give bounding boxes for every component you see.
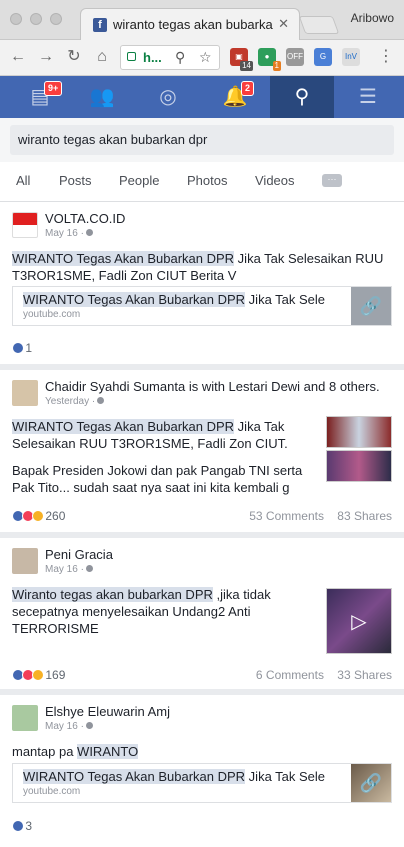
messenger-icon[interactable]: ◎ [138,76,198,118]
filter-posts[interactable]: Posts [59,173,92,188]
forward-icon[interactable]: → [36,47,56,67]
avatar[interactable] [12,705,38,731]
link-icon: 🔗 [351,287,391,325]
facebook-favicon-icon: f [93,18,107,32]
close-window-button[interactable] [10,13,22,25]
filter-videos[interactable]: Videos [255,173,295,188]
bookmark-star-icon[interactable]: ☆ [199,49,212,66]
link-title: WIRANTO Tegas Akan Bubarkan DPR Jika Tak… [23,769,326,784]
filter-all[interactable]: All [16,173,30,188]
browser-toolbar: ← → ↻ ⌂ h... ⚲ ☆ ▣ 14 ● 1 OFF G InV ⋮ [0,40,404,76]
lock-icon [127,52,136,61]
browser-tab[interactable]: f wiranto tegas akan bubarkan dpr - Face… [80,8,300,40]
address-bar[interactable]: h... ⚲ ☆ [120,45,220,70]
invid-icon[interactable]: InV [342,48,360,66]
shares-count[interactable]: 83 Shares [337,509,392,523]
post-author[interactable]: Chaidir Syahdi Sumanta is with Lestari D… [45,379,380,394]
post-text: WIRANTO Tegas Akan Bubarkan DPR Jika Tak… [12,419,288,451]
filter-photos[interactable]: Photos [187,173,227,188]
comments-count[interactable]: 6 Comments [256,668,324,682]
link-domain: youtube.com [23,309,81,320]
sad-icon [32,669,44,681]
globe-icon [85,722,93,729]
reactions[interactable]: 1 [12,341,32,355]
notifications-icon[interactable]: 🔔 2 [205,76,265,118]
shares-count[interactable]: 33 Shares [337,668,392,682]
post-image[interactable] [326,450,392,482]
post-date: Yesterday · [45,396,105,407]
home-icon[interactable]: ⌂ [92,47,112,67]
translate-icon[interactable]: G [314,48,332,66]
post-text: Wiranto tegas akan bubarkan DPR ,jika ti… [12,587,271,636]
extension-icon[interactable]: ● 1 [258,48,281,71]
feed-badge: 9+ [44,81,63,96]
friends-icon[interactable]: 👥 [72,76,132,118]
avatar[interactable] [12,548,38,574]
post-text: mantap pa WIRANTO [12,744,139,759]
link-domain: youtube.com [23,786,81,797]
post: Elshye Eleuwarin Amj May 16 · mantap pa … [0,695,404,847]
globe-icon [97,397,105,404]
post-text: Bapak Presiden Jokowi dan pak Pangab TNI… [12,463,303,495]
reload-icon[interactable]: ↻ [64,47,84,67]
extension-icon[interactable]: ▣ 14 [230,48,253,71]
post: Chaidir Syahdi Sumanta is with Lestari D… [0,370,404,538]
url-text: h... [143,50,162,65]
close-tab-icon[interactable]: ✕ [278,16,289,32]
post: VOLTA.CO.ID May 16 · WIRANTO Tegas Akan … [0,202,404,370]
menu-icon[interactable]: ☰ [338,76,398,118]
search-icon[interactable]: ⚲ [270,76,334,118]
avatar[interactable] [12,212,38,238]
post-date: May 16 · [45,721,93,732]
comments-count[interactable]: 53 Comments [249,509,324,523]
tab-title: wiranto tegas akan bubarkan dpr - Facebo… [113,17,273,32]
globe-icon [85,229,93,236]
link-preview[interactable]: WIRANTO Tegas Akan Bubarkan DPR Jika Tak… [12,763,392,803]
like-icon [12,820,24,832]
search-input[interactable]: wiranto tegas akan bubarkan dpr [10,125,394,155]
zoom-window-button[interactable] [50,13,62,25]
back-icon[interactable]: ← [8,47,28,67]
extension-off-icon[interactable]: OFF [286,48,304,66]
globe-icon [85,565,93,572]
search-area: wiranto tegas akan bubarkan dpr [0,118,404,162]
post-author[interactable]: Elshye Eleuwarin Amj [45,704,170,719]
wow-icon [32,510,44,522]
link-title: WIRANTO Tegas Akan Bubarkan DPR Jika Tak… [23,292,326,307]
reactions[interactable]: 3 [12,819,32,833]
link-icon: 🔗 [351,764,391,802]
filter-people[interactable]: People [119,173,159,188]
zoom-icon[interactable]: ⚲ [175,49,185,66]
link-preview[interactable]: WIRANTO Tegas Akan Bubarkan DPR Jika Tak… [12,286,392,326]
post-author[interactable]: Peni Gracia [45,547,113,562]
facebook-navbar: ▤ 9+ 👥 ◎ 🔔 2 ⚲ ☰ [0,76,404,118]
video-play-icon[interactable]: ▷ [326,588,392,654]
engagement-stats: 6 Comments 33 Shares [256,668,392,682]
reactions[interactable]: 169 [12,668,65,682]
profile-name[interactable]: Aribowo [351,11,394,25]
new-tab-button[interactable] [298,16,340,34]
post-date: May 16 · [45,564,93,575]
browser-titlebar: f wiranto tegas akan bubarkan dpr - Face… [0,0,404,40]
post-text: WIRANTO Tegas Akan Bubarkan DPR Jika Tak… [12,251,384,283]
post-date: May 16 · [45,228,93,239]
reactions[interactable]: 260 [12,509,65,523]
avatar[interactable] [12,380,38,406]
news-feed-icon[interactable]: ▤ 9+ [10,76,70,118]
like-icon [12,342,24,354]
notification-badge: 2 [241,81,255,96]
more-filters-icon[interactable]: ··· [322,174,342,187]
engagement-stats: 53 Comments 83 Shares [249,509,392,523]
post-author[interactable]: VOLTA.CO.ID [45,211,125,226]
menu-dots-icon[interactable]: ⋮ [376,47,396,67]
search-filters: All Posts People Photos Videos ··· [0,162,404,202]
post-image[interactable] [326,416,392,448]
post: Peni Gracia May 16 · Wiranto tegas akan … [0,538,404,695]
minimize-window-button[interactable] [30,13,42,25]
